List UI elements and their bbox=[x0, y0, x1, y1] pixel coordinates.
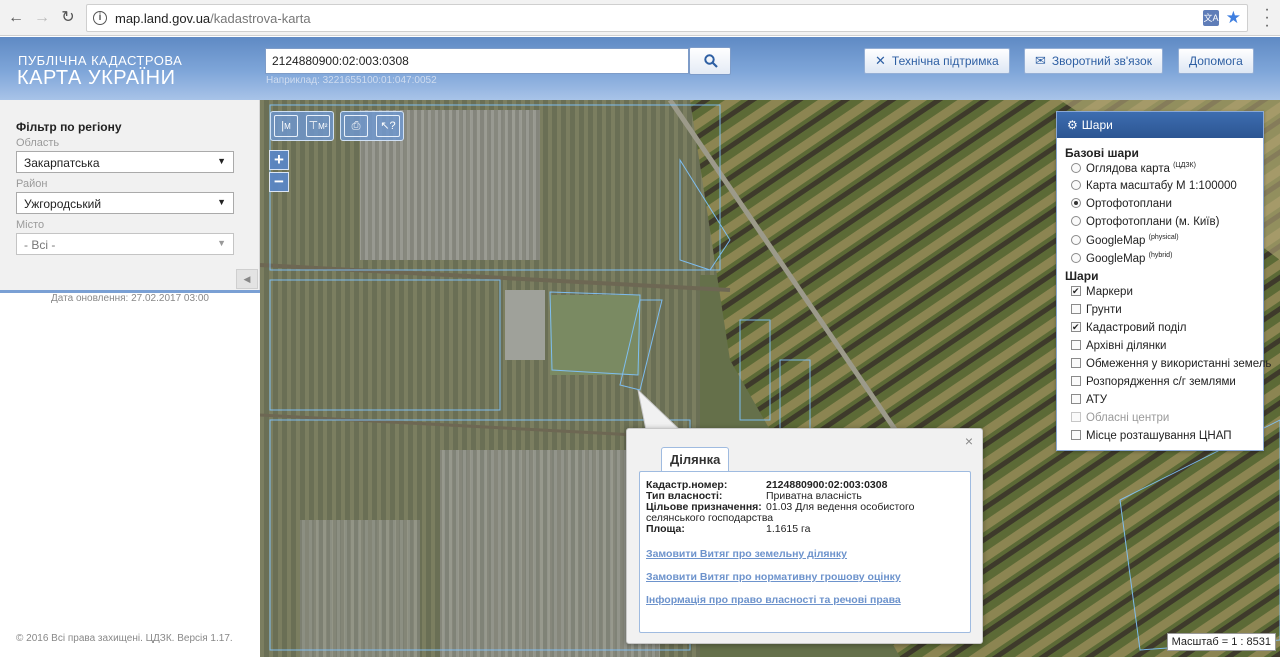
checkbox[interactable] bbox=[1071, 394, 1081, 404]
radio-button-selected[interactable] bbox=[1071, 198, 1081, 208]
dropdown-arrow-icon: ▼ bbox=[217, 197, 226, 207]
search-icon bbox=[704, 54, 718, 68]
overlay-layers-title: Шари bbox=[1065, 269, 1099, 283]
city-label: Місто bbox=[16, 219, 45, 231]
order-extract-link[interactable]: Замовити Витяг про земельну ділянку bbox=[646, 548, 847, 560]
checkbox-disabled bbox=[1071, 412, 1081, 422]
layer-cnap-location[interactable]: Місце розташування ЦНАП bbox=[1071, 430, 1232, 442]
bookmark-star-icon[interactable]: ★ bbox=[1226, 8, 1241, 28]
parcel-info: Кадастр.номер: 2124880900:02:003:0308 Тип… bbox=[639, 471, 971, 633]
zoom-out-button[interactable]: − bbox=[269, 172, 289, 192]
map-view[interactable]: |M ⊤M² ⎙ ↖? + − ⚙ Шари Базові шари Оглядо… bbox=[260, 100, 1280, 657]
layers-header[interactable]: ⚙ Шари bbox=[1057, 112, 1263, 138]
parcel-popup: × Ділянка Кадастр.номер: 2124880900:02:00… bbox=[626, 428, 983, 644]
search-hint: Наприклад: 3221655100:01:047:0052 bbox=[266, 75, 437, 86]
checkbox[interactable] bbox=[1071, 304, 1081, 314]
checkbox[interactable] bbox=[1071, 376, 1081, 386]
base-layer-google-hybrid[interactable]: GoogleMap (hybrid) bbox=[1071, 252, 1172, 265]
radio-button[interactable] bbox=[1071, 162, 1081, 173]
browser-toolbar: ← → ↻ i map.land.gov.ua/kadastrova-karta… bbox=[0, 0, 1280, 36]
app-header: ПУБЛІЧНА КАДАСТРОВА КАРТА УКРАЇНИ Наприк… bbox=[0, 37, 1280, 100]
map-scale: Масштаб = 1 : 8531 bbox=[1166, 633, 1276, 651]
collapse-sidebar-button[interactable]: ◀ bbox=[236, 269, 258, 289]
city-select[interactable]: - Всі - ▼ bbox=[16, 233, 234, 255]
dropdown-arrow-icon: ▼ bbox=[217, 156, 226, 166]
raion-select[interactable]: Ужгородський ▼ bbox=[16, 192, 234, 214]
layer-markers[interactable]: Маркери bbox=[1071, 286, 1133, 298]
dropdown-arrow-icon: ▼ bbox=[217, 238, 226, 248]
layer-cadastral-division[interactable]: Кадастровий поділ bbox=[1071, 322, 1187, 334]
radio-button[interactable] bbox=[1071, 252, 1081, 263]
radio-button[interactable] bbox=[1071, 180, 1081, 190]
help-button[interactable]: Допомога bbox=[1178, 48, 1254, 74]
copyright: © 2016 Всі права захищені. ЦДЗК. Версія … bbox=[16, 633, 233, 644]
cadastral-search-input[interactable] bbox=[265, 48, 689, 74]
checkbox[interactable] bbox=[1071, 358, 1081, 368]
checkbox[interactable] bbox=[1071, 340, 1081, 350]
back-arrow-icon[interactable]: ← bbox=[6, 8, 26, 28]
checkbox[interactable] bbox=[1071, 430, 1081, 440]
oblast-label: Область bbox=[16, 137, 60, 149]
site-info-icon[interactable]: i bbox=[93, 11, 107, 25]
print-icon[interactable]: ⎙ bbox=[344, 115, 368, 137]
base-layer-google-physical[interactable]: GoogleMap (physical) bbox=[1071, 234, 1179, 247]
measure-tools: |M ⊤M² bbox=[270, 111, 334, 141]
region-filter: Фільтр по регіону Область Закарпатська ▼ … bbox=[0, 100, 260, 290]
zoom-in-button[interactable]: + bbox=[269, 150, 289, 170]
layer-soils[interactable]: Грунти bbox=[1071, 304, 1122, 316]
base-layers-title: Базові шари bbox=[1065, 146, 1139, 160]
feedback-button[interactable]: ✉ Зворотний зв'язок bbox=[1024, 48, 1163, 74]
translate-icon[interactable]: 文A bbox=[1203, 10, 1219, 26]
base-layer-overview[interactable]: Оглядова карта (ЦДЗК) bbox=[1071, 162, 1196, 175]
tab-parcel[interactable]: Ділянка bbox=[661, 447, 730, 471]
layer-agri-disposal[interactable]: Розпорядження с/г землями bbox=[1071, 376, 1236, 388]
base-layer-orthophoto-kyiv[interactable]: Ортофотоплани (м. Київ) bbox=[1071, 216, 1219, 228]
search-button[interactable] bbox=[689, 47, 731, 75]
brand-line-1: ПУБЛІЧНА КАДАСТРОВА bbox=[18, 53, 183, 68]
layer-regional-centers: Обласні центри bbox=[1071, 412, 1169, 424]
layers-panel: ⚙ Шари Базові шари Оглядова карта (ЦДЗК) … bbox=[1056, 111, 1271, 451]
address-bar[interactable]: i map.land.gov.ua/kadastrova-karta 文A ★ bbox=[86, 4, 1248, 32]
forward-arrow-icon[interactable]: → bbox=[32, 8, 52, 28]
filter-title: Фільтр по регіону bbox=[16, 120, 122, 134]
support-button[interactable]: ✕ Технічна підтримка bbox=[864, 48, 1010, 74]
browser-menu-icon[interactable]: · · · bbox=[1264, 2, 1270, 34]
base-layer-100000[interactable]: Карта масштабу М 1:100000 bbox=[1071, 180, 1237, 192]
radio-button[interactable] bbox=[1071, 216, 1081, 226]
reload-icon[interactable]: ↻ bbox=[58, 8, 78, 28]
base-layer-orthophoto[interactable]: Ортофотоплани bbox=[1071, 198, 1172, 210]
close-icon[interactable]: × bbox=[965, 433, 973, 449]
update-date: Дата оновлення: 27.02.2017 03:00 bbox=[51, 293, 209, 304]
measure-distance-button[interactable]: |M bbox=[274, 115, 298, 137]
raion-label: Район bbox=[16, 178, 48, 190]
envelope-icon: ✉ bbox=[1035, 53, 1046, 68]
layer-atu[interactable]: АТУ bbox=[1071, 394, 1107, 406]
address-url: map.land.gov.ua/kadastrova-karta bbox=[115, 11, 311, 26]
ownership-info-link[interactable]: Інформація про право власності та речові… bbox=[646, 594, 901, 606]
radio-button[interactable] bbox=[1071, 234, 1081, 245]
layer-archive-plots[interactable]: Архівні ділянки bbox=[1071, 340, 1166, 352]
checkbox-checked[interactable] bbox=[1071, 286, 1081, 296]
tools-icon: ✕ bbox=[875, 53, 886, 68]
gear-icon: ⚙ bbox=[1067, 118, 1078, 132]
order-valuation-link[interactable]: Замовити Витяг про нормативну грошову оц… bbox=[646, 571, 901, 583]
print-info-tools: ⎙ ↖? bbox=[340, 111, 404, 141]
oblast-select[interactable]: Закарпатська ▼ bbox=[16, 151, 234, 173]
checkbox-checked[interactable] bbox=[1071, 322, 1081, 332]
identify-icon[interactable]: ↖? bbox=[376, 115, 400, 137]
sidebar: Фільтр по регіону Область Закарпатська ▼ … bbox=[0, 100, 260, 657]
measure-area-button[interactable]: ⊤M² bbox=[306, 115, 330, 137]
brand-line-2: КАРТА УКРАЇНИ bbox=[17, 67, 176, 89]
layer-land-restrictions[interactable]: Обмеження у використанні земель bbox=[1071, 358, 1271, 370]
